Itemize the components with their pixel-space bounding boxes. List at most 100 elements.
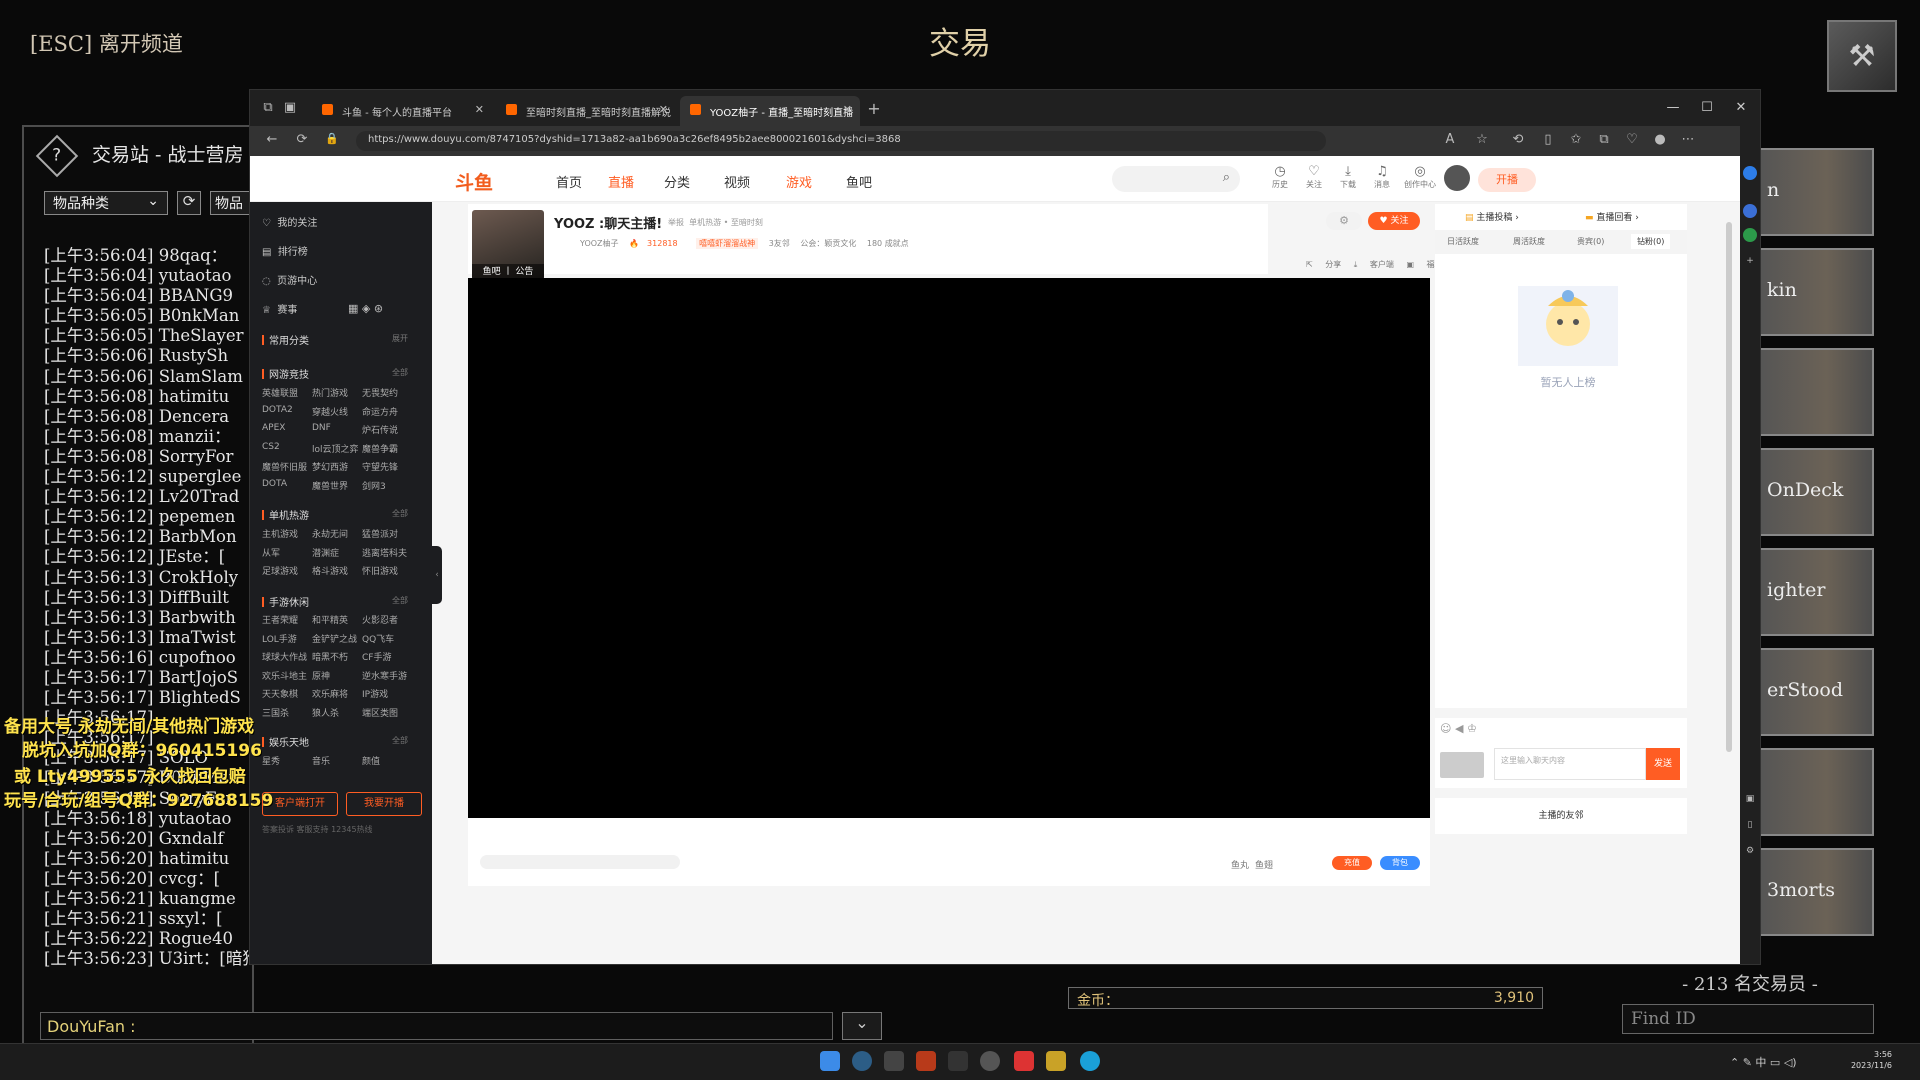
nav-category[interactable]: 分类 xyxy=(664,172,690,191)
maximize-icon[interactable]: ☐ xyxy=(1690,90,1724,126)
category-link[interactable]: DOTA xyxy=(262,479,287,489)
recharge-button[interactable]: 充值 xyxy=(1332,856,1372,870)
single-all[interactable]: 全部 xyxy=(392,508,408,519)
category-link[interactable]: 守望先锋 xyxy=(362,460,398,473)
notifications-icon[interactable] xyxy=(1743,204,1757,218)
category-link[interactable]: 和平精英 xyxy=(312,613,348,626)
close-icon[interactable]: ✕ xyxy=(843,103,852,116)
category-link[interactable]: 金铲铲之战 xyxy=(312,632,357,645)
backpack-button[interactable]: 背包 xyxy=(1380,856,1420,870)
netease-music-icon[interactable] xyxy=(1014,1051,1034,1071)
video-player[interactable] xyxy=(468,278,1430,818)
copilot-icon[interactable] xyxy=(1743,166,1757,180)
category-link[interactable]: 穿越火线 xyxy=(312,405,348,418)
search-input[interactable]: ⌕ xyxy=(1112,166,1240,192)
nav-yuba[interactable]: 鱼吧 xyxy=(846,172,872,191)
contribute-link[interactable]: ▤ 主播投稿 › xyxy=(1465,210,1519,223)
favorites-icon[interactable]: ✩ xyxy=(1566,132,1586,150)
mobile-all[interactable]: 全部 xyxy=(392,595,408,606)
chat-channel-dropdown[interactable]: ⌄ xyxy=(842,1012,882,1040)
speaker-icon[interactable]: ◀ xyxy=(1455,722,1463,735)
category-link[interactable]: 怀旧游戏 xyxy=(362,564,398,577)
history-button[interactable]: ◷ 历史 xyxy=(1265,164,1295,190)
back-icon[interactable]: ← xyxy=(262,132,282,150)
category-link[interactable]: 端区类图 xyxy=(362,706,398,719)
room-category[interactable]: 举报 单机热游 • 至暗时刻 xyxy=(668,217,763,228)
trader-card[interactable] xyxy=(1757,348,1874,436)
favorite-star-icon[interactable]: ☆ xyxy=(1472,132,1492,150)
nav-live[interactable]: 直播 xyxy=(608,172,634,191)
new-tab-icon[interactable]: + xyxy=(864,99,884,118)
trader-card[interactable] xyxy=(1757,748,1874,836)
category-link[interactable]: 颜值 xyxy=(362,754,380,767)
app-icon-4[interactable] xyxy=(980,1051,1000,1071)
tab-vip[interactable]: 贵宾(0) xyxy=(1577,236,1604,247)
category-link[interactable]: 主机游戏 xyxy=(262,527,298,540)
corner-item-slot[interactable]: ⚒ xyxy=(1827,20,1897,92)
category-link[interactable]: 潜渊症 xyxy=(312,546,339,559)
avatar[interactable] xyxy=(1444,165,1470,191)
common-expand[interactable]: 展开 xyxy=(392,333,408,344)
category-link[interactable]: 暗黑不朽 xyxy=(312,650,348,663)
tab-weekly[interactable]: 周活跃度 xyxy=(1513,236,1545,247)
nav-home[interactable]: 首页 xyxy=(556,172,582,191)
trade-chat-log[interactable]: [上午3:56:04] 98qaq： [上午3:56:04] yutaotao [上… xyxy=(44,246,252,981)
category-link[interactable]: 王者荣耀 xyxy=(262,613,298,626)
category-link[interactable]: DNF xyxy=(312,423,331,433)
app-icon-2[interactable] xyxy=(916,1051,936,1071)
category-link[interactable]: 球球大作战 xyxy=(262,650,307,663)
settings-icon[interactable]: ⚙ xyxy=(1743,844,1757,858)
nav-video[interactable]: 视频 xyxy=(724,172,750,191)
category-link[interactable]: LOL手游 xyxy=(262,632,297,645)
category-link[interactable]: 欢乐斗地主 xyxy=(262,669,307,682)
user-avatar[interactable] xyxy=(1440,752,1484,778)
close-icon[interactable]: ✕ xyxy=(659,103,668,116)
sidebar-toggle-icon[interactable]: ▯ xyxy=(1743,818,1757,832)
emoji-icon[interactable]: ☺ xyxy=(1440,722,1451,735)
category-link[interactable]: 梦幻西游 xyxy=(312,460,348,473)
system-clock[interactable]: 3:56 2023/11/6 xyxy=(1832,1049,1892,1071)
url-field[interactable]: https://www.douyu.com/8747105?dyshid=171… xyxy=(356,131,1326,151)
category-link[interactable]: 火影忍者 xyxy=(362,613,398,626)
download-button[interactable]: ⤓ 下载 xyxy=(1333,164,1363,190)
start-stream-button[interactable]: 开播 xyxy=(1478,168,1536,192)
trader-card[interactable]: ighter xyxy=(1757,548,1874,636)
streamer-friends[interactable]: 主播的友邻 xyxy=(1435,798,1687,834)
category-link[interactable]: DOTA2 xyxy=(262,405,293,415)
client-button[interactable]: ⤓ 客户端 xyxy=(1354,260,1394,269)
category-link[interactable]: 热门游戏 xyxy=(312,386,348,399)
category-link[interactable]: 从军 xyxy=(262,546,280,559)
category-link[interactable]: 无畏契约 xyxy=(362,386,398,399)
sidebar-item-follow[interactable]: ♡ 我的关注 xyxy=(262,214,317,229)
crown-icon[interactable]: ♔ xyxy=(1467,722,1477,735)
system-tray[interactable]: ⌃ ✎ 中 ▭ ◁) xyxy=(1730,1054,1797,1070)
add-icon[interactable]: + xyxy=(1743,254,1757,268)
category-link[interactable]: 音乐 xyxy=(312,754,330,767)
category-link[interactable]: 逃离塔科夫 xyxy=(362,546,407,559)
tab-douyu-home[interactable]: 斗鱼 - 每个人的直播平台 ✕ xyxy=(312,96,492,126)
minimize-icon[interactable]: — xyxy=(1656,90,1690,126)
follow-streamer-button[interactable]: ♥ 关注 xyxy=(1368,212,1420,230)
category-link[interactable]: 狼人杀 xyxy=(312,706,339,719)
read-aloud-icon[interactable]: A xyxy=(1440,132,1460,150)
games-icon[interactable] xyxy=(1743,228,1757,242)
category-link[interactable]: APEX xyxy=(262,423,285,433)
workspaces-icon[interactable]: ⧉ xyxy=(258,100,278,118)
chat-input[interactable]: DouYuFan : xyxy=(40,1012,833,1040)
app-icon-1[interactable] xyxy=(852,1051,872,1071)
app-icon-3[interactable] xyxy=(948,1051,968,1071)
sidebar-item-rank[interactable]: ▤ 排行榜 xyxy=(262,243,308,258)
category-link[interactable]: CS2 xyxy=(262,442,280,452)
creator-center-button[interactable]: ◎ 创作中心 xyxy=(1400,164,1440,190)
category-link[interactable]: lol云顶之弈 xyxy=(312,442,359,455)
split-screen-icon[interactable]: ▯ xyxy=(1538,132,1558,150)
category-link[interactable]: 命运方舟 xyxy=(362,405,398,418)
page-scrollbar[interactable] xyxy=(1726,222,1732,752)
category-link[interactable]: 猛兽派对 xyxy=(362,527,398,540)
chat-text-field[interactable]: 这里输入聊天内容 xyxy=(1494,748,1646,780)
category-link[interactable]: 三国杀 xyxy=(262,706,289,719)
tab-zhian-live[interactable]: 至暗时刻直播_至暗时刻直播解说 ✕ xyxy=(496,96,676,126)
douyu-logo[interactable]: 斗鱼 xyxy=(455,168,493,195)
tab-yooz-live[interactable]: YOOZ柚子 - 直播_至暗时刻直播 ✕ xyxy=(680,96,860,126)
message-button[interactable]: ♫ 消息 xyxy=(1367,164,1397,190)
